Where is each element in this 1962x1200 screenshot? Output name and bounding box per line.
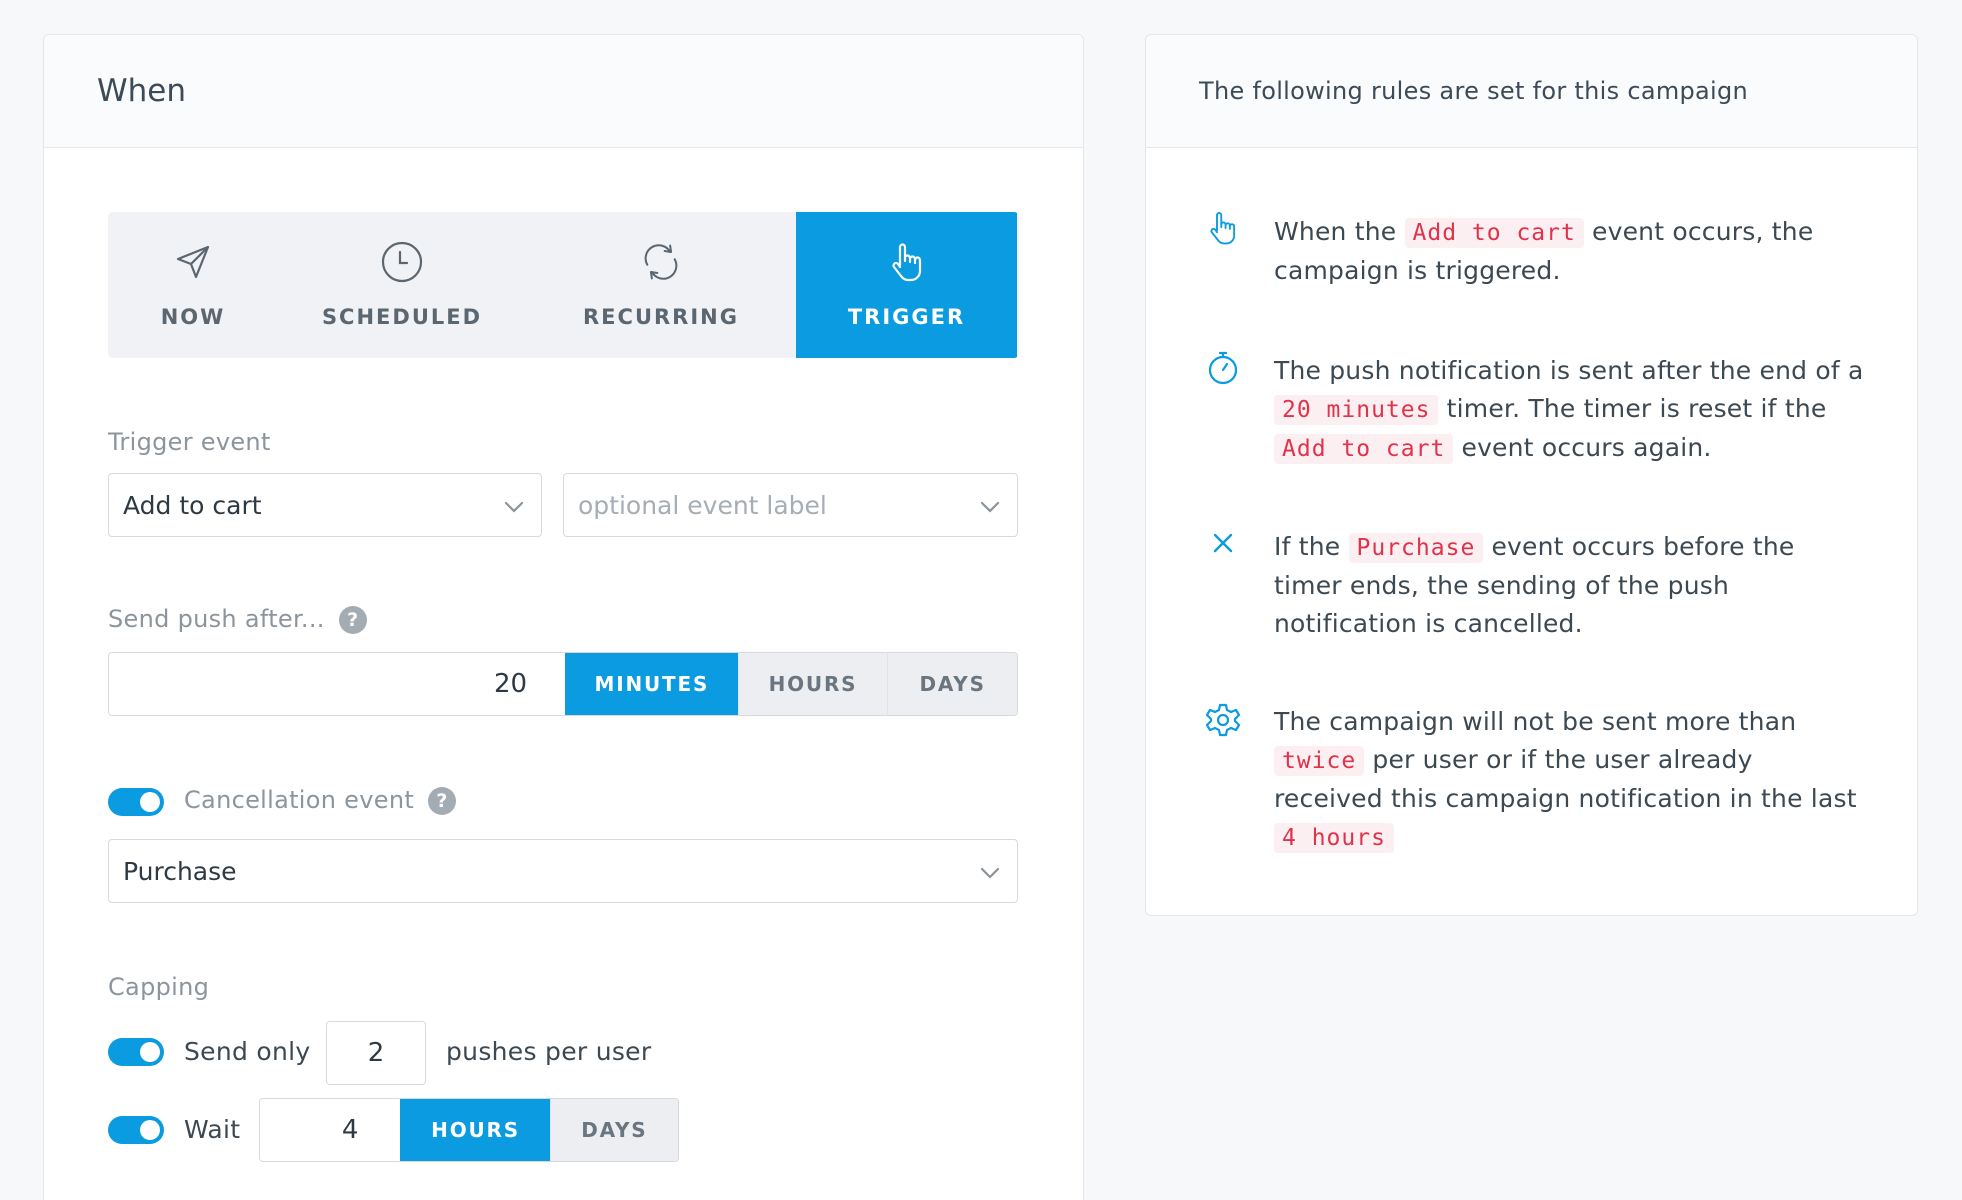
delivery-mode-tabs: NOW SCHEDULED RECURRING TRIGGER <box>108 212 1019 358</box>
chevron-down-icon <box>504 501 524 513</box>
rules-panel-title: The following rules are set for this cam… <box>1199 77 1749 105</box>
hand-pointer-icon <box>1210 212 1236 245</box>
tab-trigger-label: TRIGGER <box>847 305 966 329</box>
rule-cancellation: If the Purchase event occurs before the … <box>1274 528 1864 643</box>
trigger-event-label: Trigger event <box>108 428 271 456</box>
unit-hours-button[interactable]: HOURS <box>737 653 888 715</box>
rule-text: When the <box>1274 217 1397 246</box>
hand-pointer-icon <box>891 243 921 282</box>
cancellation-event-label: Cancellation event? <box>184 786 457 815</box>
chevron-down-icon <box>980 867 1000 879</box>
rule-text: event occurs again. <box>1461 433 1712 462</box>
wait-toggle[interactable] <box>108 1116 164 1144</box>
clock-icon <box>381 241 423 283</box>
send-only-toggle[interactable] <box>108 1038 164 1066</box>
rule-code-event: Purchase <box>1348 533 1484 563</box>
rule-code-event: Add to cart <box>1404 218 1584 248</box>
send-push-after-label: Send push after...? <box>108 605 367 634</box>
cancellation-toggle[interactable] <box>108 788 164 816</box>
cancellation-event-select[interactable]: Purchase <box>108 839 1018 903</box>
tab-scheduled-label: SCHEDULED <box>321 305 483 329</box>
capping-label: Capping <box>108 973 210 1001</box>
help-icon[interactable]: ? <box>338 606 367 634</box>
tab-scheduled[interactable]: SCHEDULED <box>278 212 526 358</box>
chevron-down-icon <box>980 501 1000 513</box>
rule-text: The campaign will not be sent more than <box>1274 707 1797 736</box>
rule-capping: The campaign will not be sent more than … <box>1274 703 1864 857</box>
cancellation-event-text: Cancellation event <box>184 786 415 814</box>
rule-code-count: twice <box>1274 746 1365 776</box>
wait-label: Wait <box>184 1115 241 1144</box>
tab-recurring[interactable]: RECURRING <box>526 212 796 358</box>
rule-text: The push notification is sent after the … <box>1274 356 1864 385</box>
trigger-event-select[interactable]: Add to cart <box>108 473 542 537</box>
cancellation-event-value: Purchase <box>123 856 237 886</box>
rule-code-duration: 4 hours <box>1274 823 1394 853</box>
wait-value-input[interactable]: 4 <box>260 1099 401 1161</box>
when-panel-header: When <box>44 35 1083 148</box>
unit-days-button[interactable]: DAYS <box>887 653 1017 715</box>
wait-unit-days-button[interactable]: DAYS <box>549 1099 678 1161</box>
send-icon <box>176 245 210 279</box>
wait-group: 4 HOURS DAYS <box>259 1098 679 1162</box>
stopwatch-icon <box>1208 351 1238 385</box>
send-push-after-input[interactable]: 20 <box>109 653 566 715</box>
send-only-label: Send only <box>184 1037 311 1066</box>
repeat-icon <box>644 244 678 280</box>
rule-text: If the <box>1274 532 1341 561</box>
send-only-count-input[interactable]: 2 <box>326 1021 426 1085</box>
event-label-select[interactable]: optional event label <box>563 473 1018 537</box>
rule-code-event: Add to cart <box>1274 434 1454 464</box>
event-label-placeholder: optional event label <box>578 490 827 520</box>
rule-delay: The push notification is sent after the … <box>1274 352 1864 468</box>
send-push-after-text: Send push after... <box>108 605 325 633</box>
rule-text: timer. The timer is reset if the <box>1446 394 1827 423</box>
trigger-event-value: Add to cart <box>123 490 262 520</box>
close-icon <box>1213 533 1233 553</box>
tab-recurring-label: RECURRING <box>583 305 739 329</box>
rules-panel-header: The following rules are set for this cam… <box>1146 35 1917 148</box>
when-panel-title: When <box>97 73 187 109</box>
send-push-after-group: 20 MINUTES HOURS DAYS <box>108 652 1018 716</box>
wait-unit-hours-button[interactable]: HOURS <box>400 1099 550 1161</box>
rule-code-duration: 20 minutes <box>1274 395 1439 425</box>
help-icon[interactable]: ? <box>428 787 457 815</box>
unit-minutes-button[interactable]: MINUTES <box>565 653 738 715</box>
tab-now[interactable]: NOW <box>108 212 278 358</box>
rule-trigger: When the Add to cart event occurs, the c… <box>1274 213 1864 290</box>
gear-icon <box>1205 703 1241 737</box>
tab-trigger[interactable]: TRIGGER <box>796 212 1017 358</box>
tab-now-label: NOW <box>160 305 226 329</box>
pushes-per-user-label: pushes per user <box>446 1037 652 1066</box>
